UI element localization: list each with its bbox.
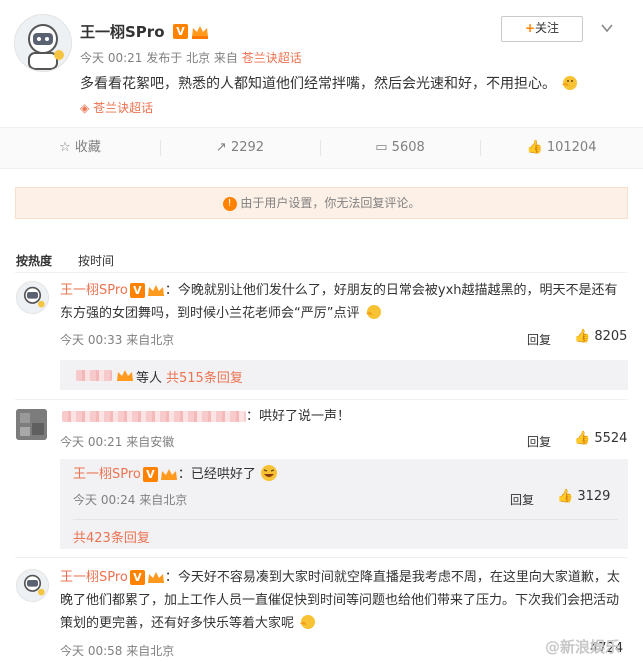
repost-icon: ↗ xyxy=(215,140,227,155)
post-author-name[interactable]: 王一栩SPro xyxy=(80,21,165,42)
comment-button[interactable]: ▭ 5608 xyxy=(320,128,480,168)
tab-time[interactable]: 按时间 xyxy=(78,252,114,269)
tab-hot[interactable]: 按热度 xyxy=(16,252,52,269)
comment-author[interactable]: 王一栩SPro xyxy=(60,283,128,298)
divider xyxy=(15,557,627,558)
crown-icon xyxy=(160,467,178,482)
comment-avatar[interactable] xyxy=(16,569,49,602)
post-meta: 今天 00:21 发布于 北京 来自 苍兰诀超话 xyxy=(80,51,302,65)
post-source-link[interactable]: 苍兰诀超话 xyxy=(242,51,302,65)
comment-meta: 今天 00:58 来自北京 xyxy=(60,644,175,658)
comment-body: 王一栩SPro V ：今晚就别让他们发什么了，好朋友的日常会被yxh越描越黑的，明天… xyxy=(60,283,618,321)
repost-button[interactable]: ↗ 2292 xyxy=(160,128,320,168)
watermark: @新浪娱乐 xyxy=(545,638,621,656)
comment-meta: 今天 00:21 来自安徽 xyxy=(60,435,175,449)
post-topic[interactable]: ◈ 苍兰诀超话 xyxy=(80,99,153,116)
divider xyxy=(73,519,618,520)
divider xyxy=(320,140,321,156)
more-replies-link[interactable]: 共423条回复 xyxy=(73,527,150,546)
reply-restricted-notice: ! 由于用户设置，你无法回复评论。 xyxy=(15,187,628,219)
comment-author[interactable]: 王一栩SPro xyxy=(60,570,128,585)
blurred-username xyxy=(62,411,246,422)
sub-reply-body: 王一栩SPro V ：已经哄好了 xyxy=(73,463,278,486)
divider xyxy=(15,399,627,400)
sub-reply-meta: 今天 00:24 来自北京 xyxy=(73,493,188,507)
follow-button[interactable]: +关注 xyxy=(501,16,583,42)
comment-avatar[interactable] xyxy=(16,281,49,314)
star-icon: ☆ xyxy=(59,140,71,155)
comment-body: 王一栩SPro V ：今天好不容易凑到大家时间就空降直播是我考虑不周，在这里向大家道… xyxy=(60,570,620,631)
like-button[interactable]: 👍 101204 xyxy=(480,128,643,168)
like-icon: 👍 xyxy=(574,431,591,446)
v-badge-icon: V xyxy=(173,24,188,39)
favorite-button[interactable]: ☆ 收藏 xyxy=(0,128,160,168)
like-icon: 👍 xyxy=(557,489,574,504)
sub-reply-author[interactable]: 王一栩SPro xyxy=(73,467,141,482)
post-content: 多看看花絮吧，熟悉的人都知道他们经常拌嘴，然后会光速和好，不用担心。 xyxy=(80,73,578,95)
crown-icon xyxy=(147,570,165,585)
like-icon: 👍 xyxy=(526,140,543,155)
reply-button[interactable]: 回复 xyxy=(527,433,551,450)
topic-icon: ◈ xyxy=(80,101,90,115)
action-bar: ☆ 收藏 ↗ 2292 ▭ 5608 👍 101204 xyxy=(0,127,643,169)
more-replies-link[interactable]: 共515条回复 xyxy=(166,367,243,386)
hug-emoji xyxy=(364,303,382,321)
comment-body: ：哄好了说一声！ xyxy=(246,409,351,424)
laugh-emoji xyxy=(260,464,278,482)
post-author-avatar[interactable] xyxy=(14,14,72,72)
crown-icon xyxy=(116,368,134,383)
sub-reply-box: 王一栩SPro V ：已经哄好了 今天 00:24 来自北京 回复 👍 3129 共… xyxy=(60,459,628,549)
v-badge-icon: V xyxy=(129,283,145,298)
comment-like-button[interactable]: 👍 5524 xyxy=(574,431,627,446)
divider xyxy=(15,272,627,273)
sub-reply-reply-button[interactable]: 回复 xyxy=(510,491,534,508)
comment-like-button[interactable]: 👍 8205 xyxy=(574,329,627,344)
divider xyxy=(160,140,161,156)
warning-icon: ! xyxy=(222,196,237,211)
crown-icon xyxy=(191,24,209,39)
crown-icon xyxy=(147,283,165,298)
divider xyxy=(480,140,481,156)
comment-meta: 今天 00:33 来自北京 xyxy=(60,333,175,347)
sub-reply-summary[interactable]: 等人 共515条回复 xyxy=(60,360,628,390)
comment-avatar[interactable] xyxy=(16,409,47,440)
v-badge-icon: V xyxy=(129,570,145,585)
hug-emoji xyxy=(298,613,316,631)
reply-button[interactable]: 回复 xyxy=(527,331,551,348)
blurred-username xyxy=(76,370,112,381)
hug-emoji xyxy=(560,74,578,92)
comment-icon: ▭ xyxy=(375,140,388,155)
sub-reply-like-button[interactable]: 👍 3129 xyxy=(557,489,610,504)
chevron-down-icon[interactable] xyxy=(600,20,614,34)
like-icon: 👍 xyxy=(574,329,591,344)
v-badge-icon: V xyxy=(142,467,158,482)
